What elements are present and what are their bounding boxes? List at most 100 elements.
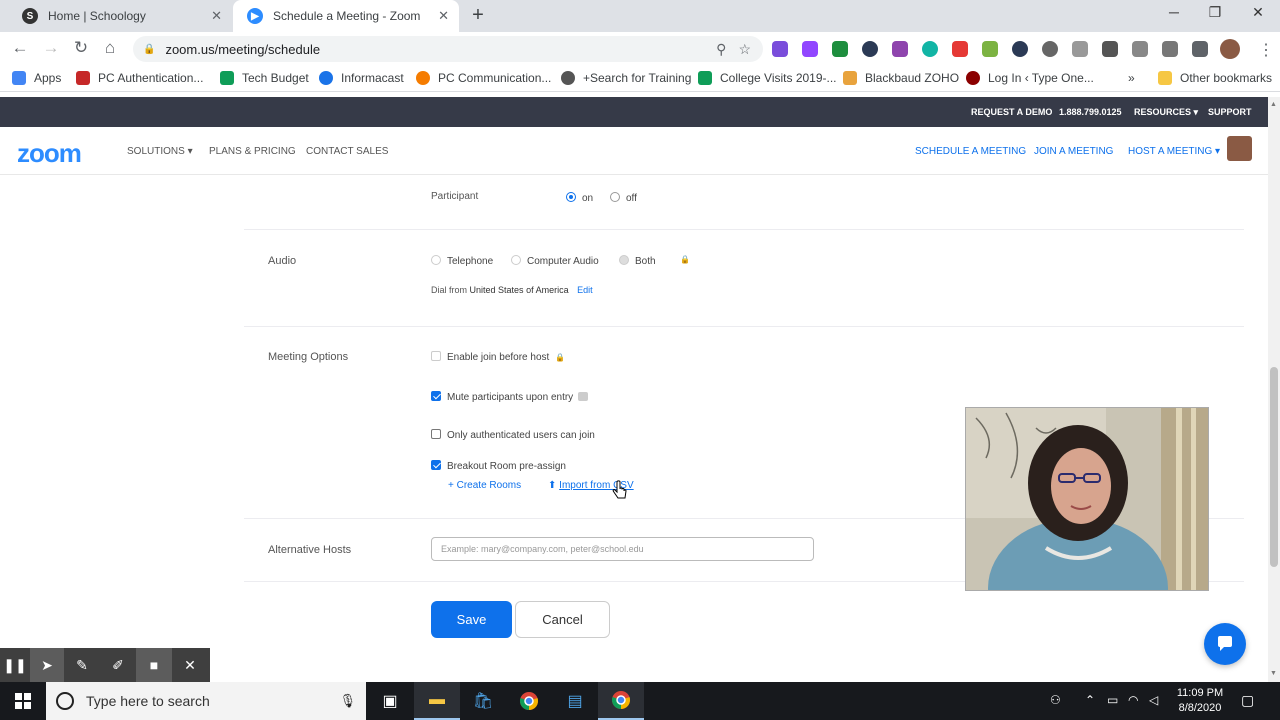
bookmark-item[interactable]: Tech Budget [220, 71, 309, 85]
address-bar[interactable]: 🔒 zoom.us/meeting/schedule ⚲ ☆ [133, 36, 763, 62]
extension-icon[interactable] [862, 41, 878, 57]
mute-on-entry-checkbox[interactable]: Mute participants upon entry [431, 391, 589, 403]
volume-icon[interactable]: ◁ [1149, 693, 1158, 707]
menu-icon[interactable]: ⋮ [1258, 40, 1274, 60]
breakout-preassign-checkbox[interactable]: Breakout Room pre-assign [431, 460, 566, 472]
extension-icon[interactable] [772, 41, 788, 57]
authenticated-only-checkbox[interactable]: Only authenticated users can join [431, 429, 595, 441]
task-view-icon[interactable]: ▣ [367, 682, 413, 720]
extension-icon[interactable] [1072, 41, 1088, 57]
scroll-up-icon[interactable]: ▲ [1270, 101, 1277, 108]
request-demo-link[interactable]: REQUEST A DEMO [971, 107, 1052, 117]
bookmarks-overflow-icon[interactable]: » [1128, 71, 1135, 85]
bookmark-star-icon[interactable]: ☆ [738, 41, 751, 58]
extension-icon[interactable] [982, 41, 998, 57]
audio-both-radio[interactable]: Both [619, 255, 656, 267]
extension-icon[interactable] [922, 41, 938, 57]
user-avatar[interactable] [1227, 136, 1252, 161]
highlighter-icon[interactable]: ✐ [100, 648, 136, 682]
tray-overflow-icon[interactable]: ⌃ [1085, 693, 1095, 707]
radio-unchecked[interactable] [511, 255, 521, 265]
info-icon[interactable] [578, 392, 589, 401]
page-scrollbar[interactable]: ▲ ▼ [1268, 97, 1280, 682]
edit-dial-link[interactable]: Edit [577, 285, 593, 295]
tab-schoology[interactable]: S Home | Schoology ✕ [8, 0, 232, 32]
bookmark-item[interactable]: PC Authentication... [76, 71, 203, 85]
resources-menu[interactable]: RESOURCES ▾ [1134, 107, 1198, 118]
battery-icon[interactable]: ▭ [1107, 693, 1118, 707]
wifi-icon[interactable]: ◠ [1128, 693, 1138, 707]
radio-checked[interactable] [619, 255, 629, 265]
pause-icon[interactable]: ❚❚ [0, 648, 30, 682]
radio-checked[interactable] [566, 192, 576, 202]
radio-unchecked[interactable] [431, 255, 441, 265]
checkbox-checked[interactable] [431, 460, 441, 470]
extension-icon[interactable] [952, 41, 968, 57]
extension-icon[interactable] [1162, 41, 1178, 57]
checkbox-checked[interactable] [431, 391, 441, 401]
profile-avatar[interactable] [1220, 39, 1240, 59]
close-icon[interactable]: ✕ [172, 648, 208, 682]
extension-icon[interactable] [802, 41, 818, 57]
pointer-icon[interactable]: ➤ [30, 648, 64, 682]
back-icon[interactable]: ← [9, 38, 31, 58]
radio-unchecked[interactable] [610, 192, 620, 202]
chrome-running-icon[interactable] [598, 682, 644, 720]
schedule-meeting-link[interactable]: SCHEDULE A MEETING [915, 146, 1026, 157]
checkbox-unchecked[interactable] [431, 429, 441, 439]
search-icon[interactable]: ⚲ [716, 41, 726, 58]
chrome-icon[interactable] [506, 682, 552, 720]
solutions-menu[interactable]: SOLUTIONS ▾ [127, 146, 193, 157]
scrollbar-thumb[interactable] [1270, 367, 1278, 567]
taskbar-search-box[interactable]: Type here to search 🎙 [46, 682, 366, 720]
bookmark-item[interactable]: PC Communication... [416, 71, 551, 85]
bookmark-item[interactable]: Informacast [319, 71, 404, 85]
cancel-button[interactable]: Cancel [515, 601, 610, 638]
bookmark-other[interactable]: Other bookmarks [1158, 71, 1272, 85]
bookmark-apps[interactable]: Apps [12, 71, 61, 85]
save-button[interactable]: Save [431, 601, 512, 638]
notifications-icon[interactable]: ▢ [1241, 692, 1254, 709]
windows-start-button[interactable] [0, 682, 46, 720]
join-meeting-link[interactable]: JOIN A MEETING [1034, 146, 1113, 157]
participant-on-radio[interactable]: on [566, 192, 593, 204]
host-meeting-menu[interactable]: HOST A MEETING ▾ [1128, 146, 1220, 157]
checkbox-unchecked[interactable] [431, 351, 441, 361]
audio-computer-radio[interactable]: Computer Audio [511, 255, 599, 267]
bookmark-item[interactable]: +Search for Training [561, 71, 691, 85]
people-icon[interactable]: ⚇ [1050, 693, 1061, 707]
audio-telephone-radio[interactable]: Telephone [431, 255, 493, 267]
bookmark-item[interactable]: Blackbaud ZOHO [843, 71, 959, 85]
bookmark-item[interactable]: College Visits 2019-... [698, 71, 837, 85]
phone-number[interactable]: 1.888.799.0125 [1059, 107, 1122, 117]
support-link[interactable]: SUPPORT [1208, 107, 1252, 117]
close-window-button[interactable]: ✕ [1243, 4, 1273, 21]
app-icon[interactable]: ▤ [552, 682, 598, 720]
extension-icon[interactable] [892, 41, 908, 57]
minimize-button[interactable]: ─ [1159, 4, 1189, 20]
chat-support-button[interactable] [1204, 623, 1246, 665]
maximize-button[interactable]: ❐ [1200, 4, 1230, 21]
extension-icon[interactable] [1042, 41, 1058, 57]
create-rooms-link[interactable]: + Create Rooms [448, 480, 521, 491]
zoom-logo[interactable]: zoom [17, 138, 82, 169]
pen-icon[interactable]: ✎ [64, 648, 100, 682]
close-icon[interactable]: ✕ [211, 8, 222, 24]
extension-icon[interactable] [832, 41, 848, 57]
extension-icon[interactable] [1102, 41, 1118, 57]
extension-icon[interactable] [1132, 41, 1148, 57]
bookmark-item[interactable]: Log In ‹ Type One... [966, 71, 1094, 85]
plans-pricing-link[interactable]: PLANS & PRICING [209, 146, 296, 157]
participant-off-radio[interactable]: off [610, 192, 637, 204]
microphone-icon[interactable]: 🎙 [339, 693, 356, 709]
alternative-hosts-input[interactable] [431, 537, 814, 561]
store-icon[interactable]: 🛍 [460, 682, 506, 720]
new-tab-button[interactable]: + [466, 4, 490, 27]
tab-zoom-schedule[interactable]: ▶ Schedule a Meeting - Zoom ✕ [233, 0, 459, 32]
close-icon[interactable]: ✕ [438, 8, 449, 24]
contact-sales-link[interactable]: CONTACT SALES [306, 146, 388, 157]
reload-icon[interactable]: ↻ [70, 38, 92, 58]
file-explorer-icon[interactable]: ▬ [414, 682, 460, 720]
camera-icon[interactable]: ■ [136, 648, 172, 682]
forward-icon[interactable]: → [40, 38, 62, 58]
